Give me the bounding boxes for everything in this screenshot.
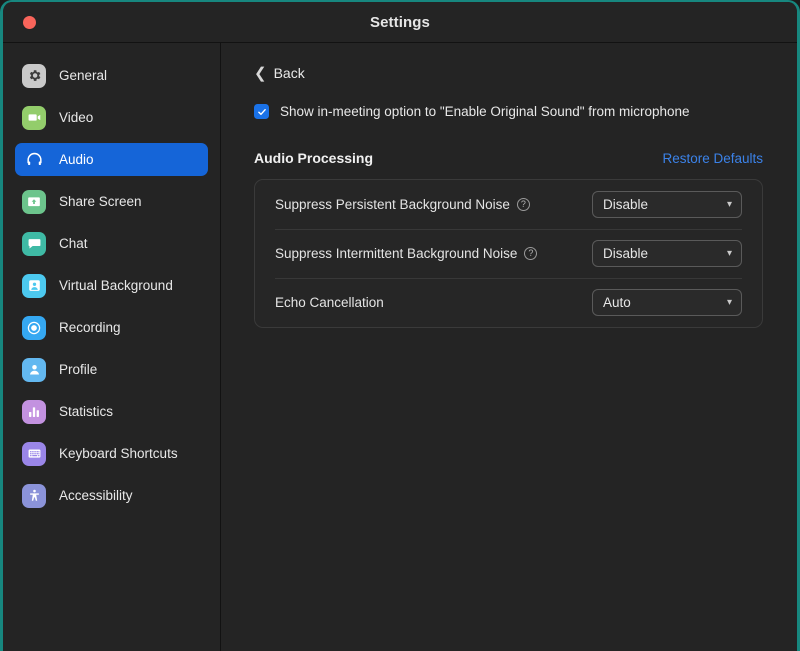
bar-chart-icon [22,400,46,424]
row-echo-cancellation: Echo Cancellation Auto ▾ [255,278,762,327]
row-label: Suppress Intermittent Background Noise [275,246,517,261]
settings-sidebar: General Video Audio [3,43,221,651]
sidebar-item-virtual-background[interactable]: Virtual Background [15,269,208,302]
select-value: Disable [603,197,648,212]
sidebar-item-label: Video [59,110,93,125]
window-body: General Video Audio [3,43,797,651]
keyboard-icon [22,442,46,466]
select-value: Disable [603,246,648,261]
gear-icon [22,64,46,88]
settings-window: Settings General Video [0,0,800,651]
audio-processing-title: Audio Processing [254,150,373,166]
original-sound-label: Show in-meeting option to "Enable Origin… [280,104,690,119]
person-icon [22,358,46,382]
audio-processing-card: Suppress Persistent Background Noise ? D… [254,179,763,328]
sidebar-item-statistics[interactable]: Statistics [15,395,208,428]
sidebar-item-audio[interactable]: Audio [15,143,208,176]
sidebar-item-general[interactable]: General [15,59,208,92]
sidebar-item-label: Share Screen [59,194,142,209]
row-suppress-intermittent-background-noise: Suppress Intermittent Background Noise ?… [255,229,762,278]
row-label-wrapper: Echo Cancellation [275,295,384,310]
window-title: Settings [3,14,797,31]
sidebar-item-keyboard-shortcuts[interactable]: Keyboard Shortcuts [15,437,208,470]
echo-cancellation-select[interactable]: Auto ▾ [592,289,742,316]
sidebar-item-accessibility[interactable]: Accessibility [15,479,208,512]
suppress-intermittent-background-noise-select[interactable]: Disable ▾ [592,240,742,267]
sidebar-item-label: Profile [59,362,97,377]
chevron-down-icon: ▾ [727,200,732,210]
restore-defaults-link[interactable]: Restore Defaults [662,151,763,166]
row-label-wrapper: Suppress Intermittent Background Noise ? [275,246,537,261]
suppress-persistent-background-noise-select[interactable]: Disable ▾ [592,191,742,218]
sidebar-item-label: Chat [59,236,88,251]
sidebar-item-label: Recording [59,320,121,335]
record-icon [22,316,46,340]
accessibility-icon [22,484,46,508]
sidebar-item-label: Accessibility [59,488,133,503]
title-bar: Settings [3,2,797,43]
back-button-label: Back [274,65,305,81]
sidebar-item-chat[interactable]: Chat [15,227,208,260]
sidebar-item-share-screen[interactable]: Share Screen [15,185,208,218]
original-sound-checkbox[interactable] [254,104,269,119]
chevron-down-icon: ▾ [727,249,732,259]
video-camera-icon [22,106,46,130]
row-suppress-persistent-background-noise: Suppress Persistent Background Noise ? D… [255,180,762,229]
sidebar-item-label: Audio [59,152,94,167]
row-label: Suppress Persistent Background Noise [275,197,510,212]
sidebar-item-profile[interactable]: Profile [15,353,208,386]
headphones-icon [22,148,46,172]
row-label: Echo Cancellation [275,295,384,310]
row-label-wrapper: Suppress Persistent Background Noise ? [275,197,530,212]
settings-main-panel: ❮ Back Show in-meeting option to "Enable… [221,43,797,651]
help-icon[interactable]: ? [524,247,537,260]
chevron-left-icon: ❮ [254,66,267,81]
sidebar-item-label: General [59,68,107,83]
back-button[interactable]: ❮ Back [254,65,305,81]
chevron-down-icon: ▾ [727,298,732,308]
sidebar-item-recording[interactable]: Recording [15,311,208,344]
sidebar-item-label: Statistics [59,404,113,419]
close-window-button[interactable] [23,16,36,29]
original-sound-option-row[interactable]: Show in-meeting option to "Enable Origin… [254,104,797,119]
share-screen-icon [22,190,46,214]
chat-bubble-icon [22,232,46,256]
sidebar-item-label: Keyboard Shortcuts [59,446,178,461]
virtual-background-icon [22,274,46,298]
sidebar-item-label: Virtual Background [59,278,173,293]
audio-processing-header: Audio Processing Restore Defaults [254,150,763,166]
sidebar-item-video[interactable]: Video [15,101,208,134]
select-value: Auto [603,295,631,310]
help-icon[interactable]: ? [517,198,530,211]
